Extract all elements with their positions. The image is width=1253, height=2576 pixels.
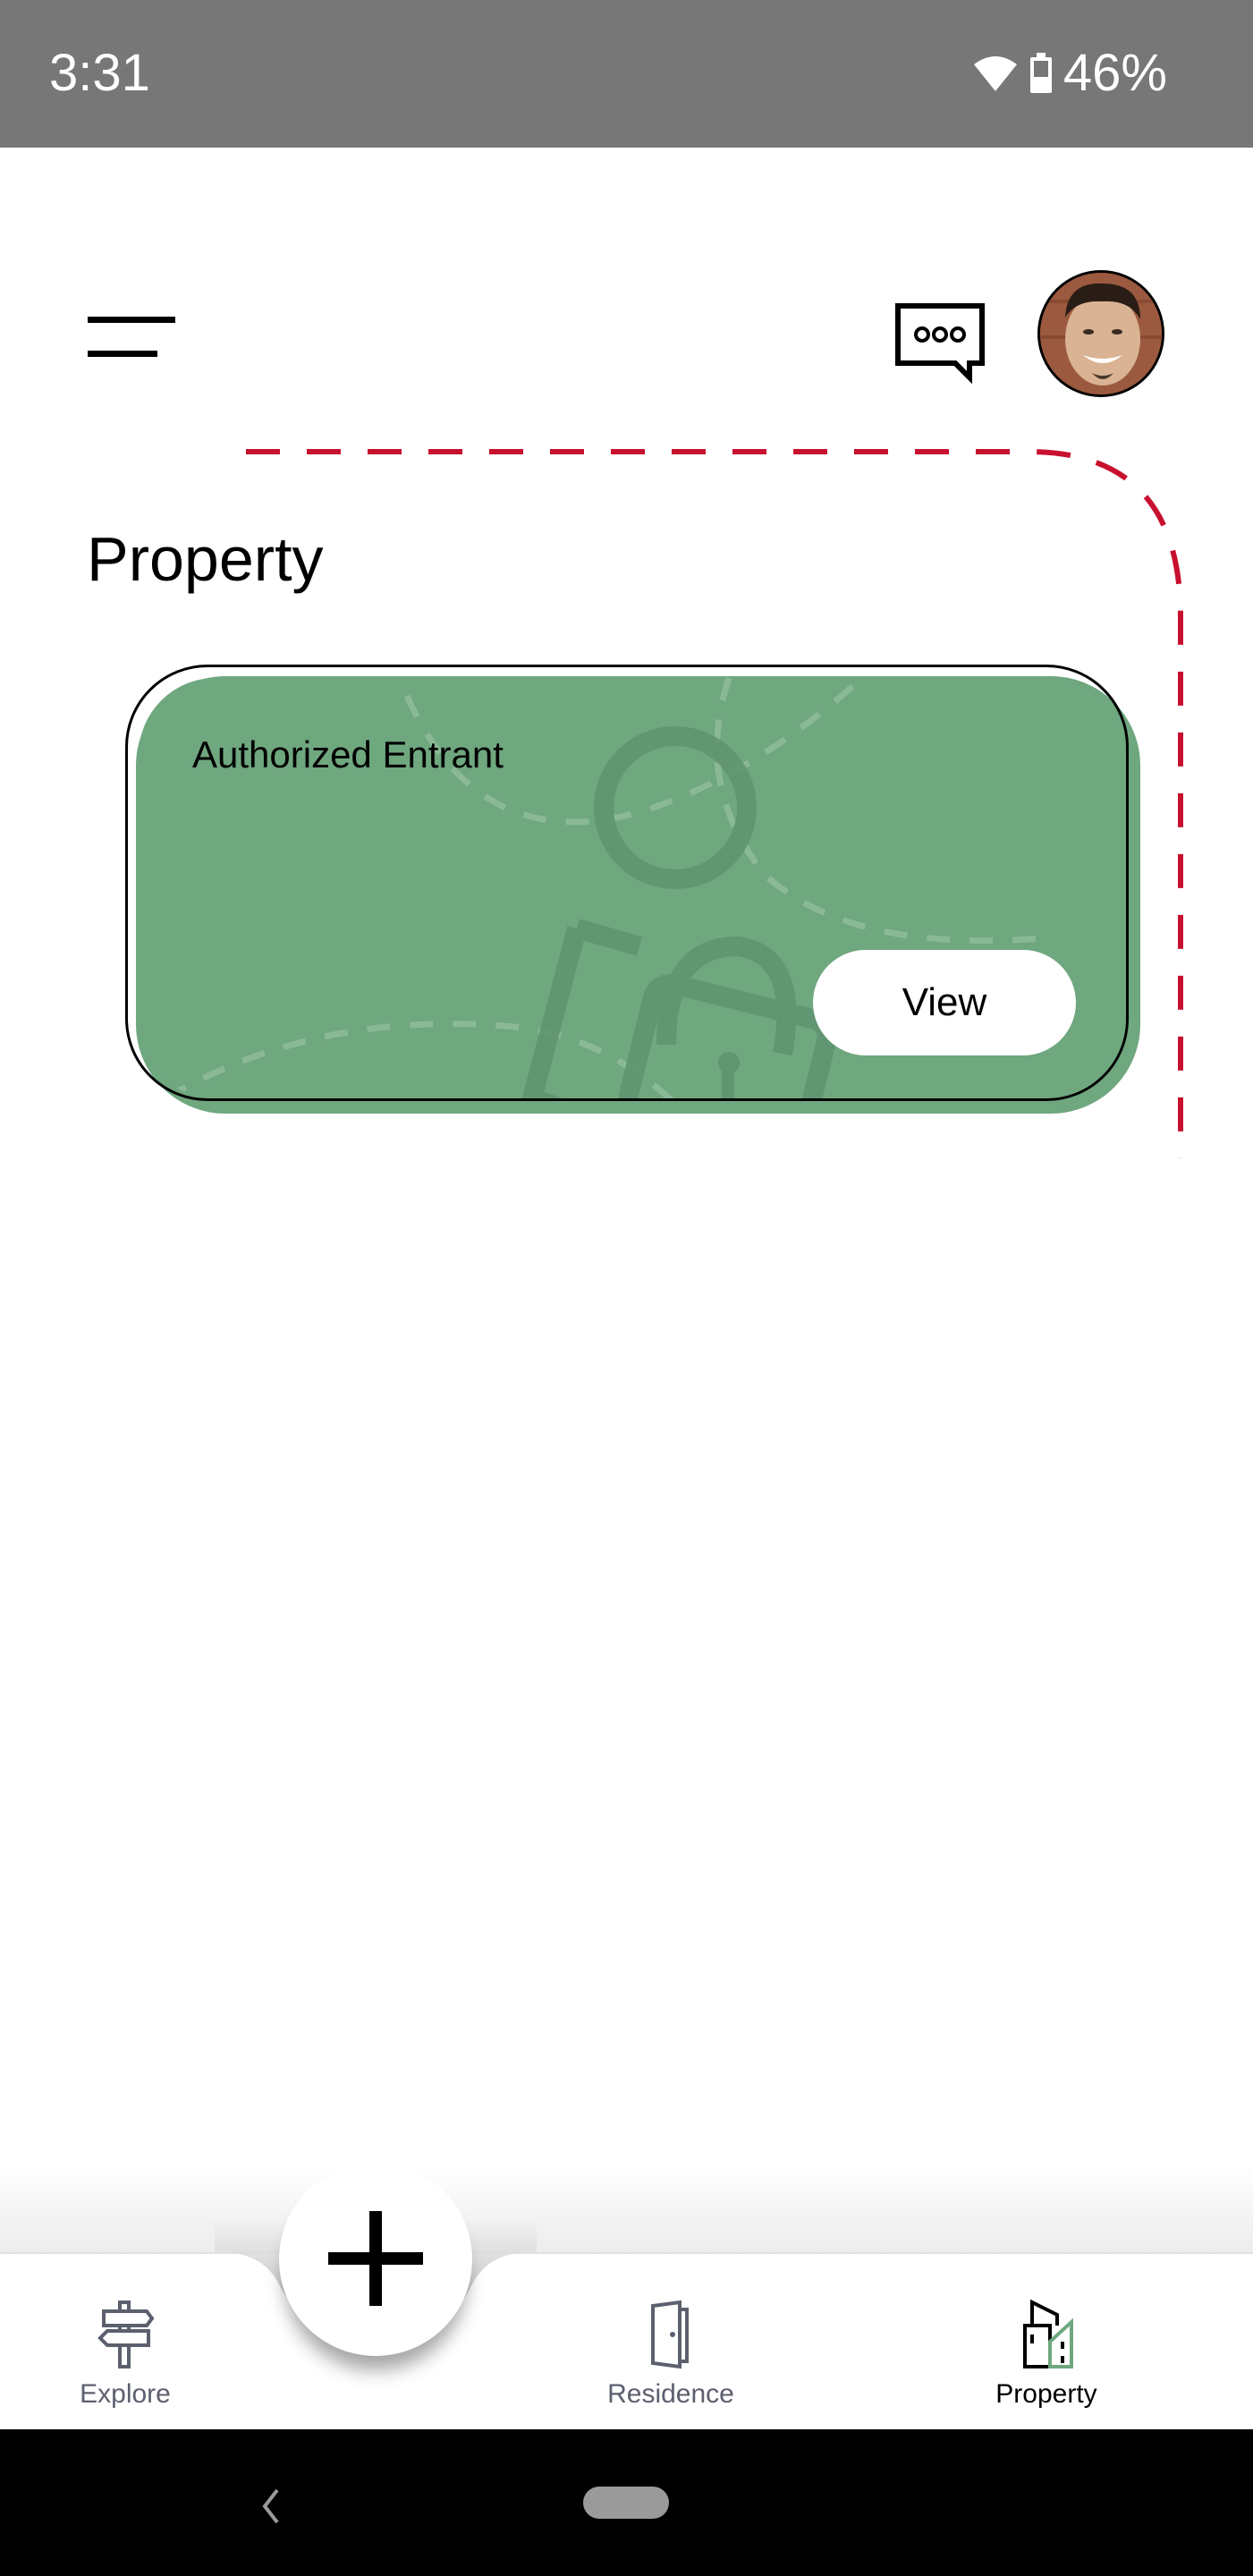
nav-label-residence: Residence	[607, 2379, 734, 2409]
chat-bubble-icon	[895, 303, 985, 385]
bottom-nav-shade	[0, 2165, 1253, 2254]
page-title: Property	[87, 524, 324, 594]
nav-item-residence[interactable]: Residence	[563, 2299, 778, 2424]
status-time: 3:31	[49, 44, 150, 102]
menu-icon-bar	[88, 351, 157, 357]
add-button[interactable]	[279, 2163, 472, 2356]
nav-item-property[interactable]: Property	[939, 2299, 1154, 2424]
battery-percent: 46%	[1063, 44, 1167, 102]
avatar[interactable]	[1037, 270, 1164, 397]
back-chevron-icon[interactable]	[258, 2488, 284, 2524]
messages-button[interactable]	[891, 295, 989, 385]
buildings-icon	[1023, 2299, 1073, 2368]
card-title: Authorized Entrant	[192, 733, 504, 775]
wifi-icon	[973, 55, 1017, 91]
nav-label-property: Property	[995, 2379, 1097, 2409]
plus-icon	[328, 2210, 423, 2306]
nav-label-explore: Explore	[80, 2379, 171, 2409]
status-indicators: 46%	[972, 43, 1167, 103]
avatar-photo	[1040, 273, 1162, 394]
view-button[interactable]: View	[813, 950, 1076, 1055]
nav-item-explore[interactable]: Explore	[18, 2299, 233, 2424]
door-icon	[651, 2300, 689, 2369]
authorized-entrant-card[interactable]: Authorized Entrant View	[125, 665, 1129, 1101]
home-pill-icon[interactable]	[583, 2487, 669, 2519]
signpost-icon	[97, 2301, 155, 2368]
menu-button[interactable]	[82, 304, 181, 367]
battery-icon	[1029, 52, 1052, 93]
menu-icon	[88, 317, 175, 323]
card-body: Authorized Entrant View	[139, 678, 1126, 1098]
